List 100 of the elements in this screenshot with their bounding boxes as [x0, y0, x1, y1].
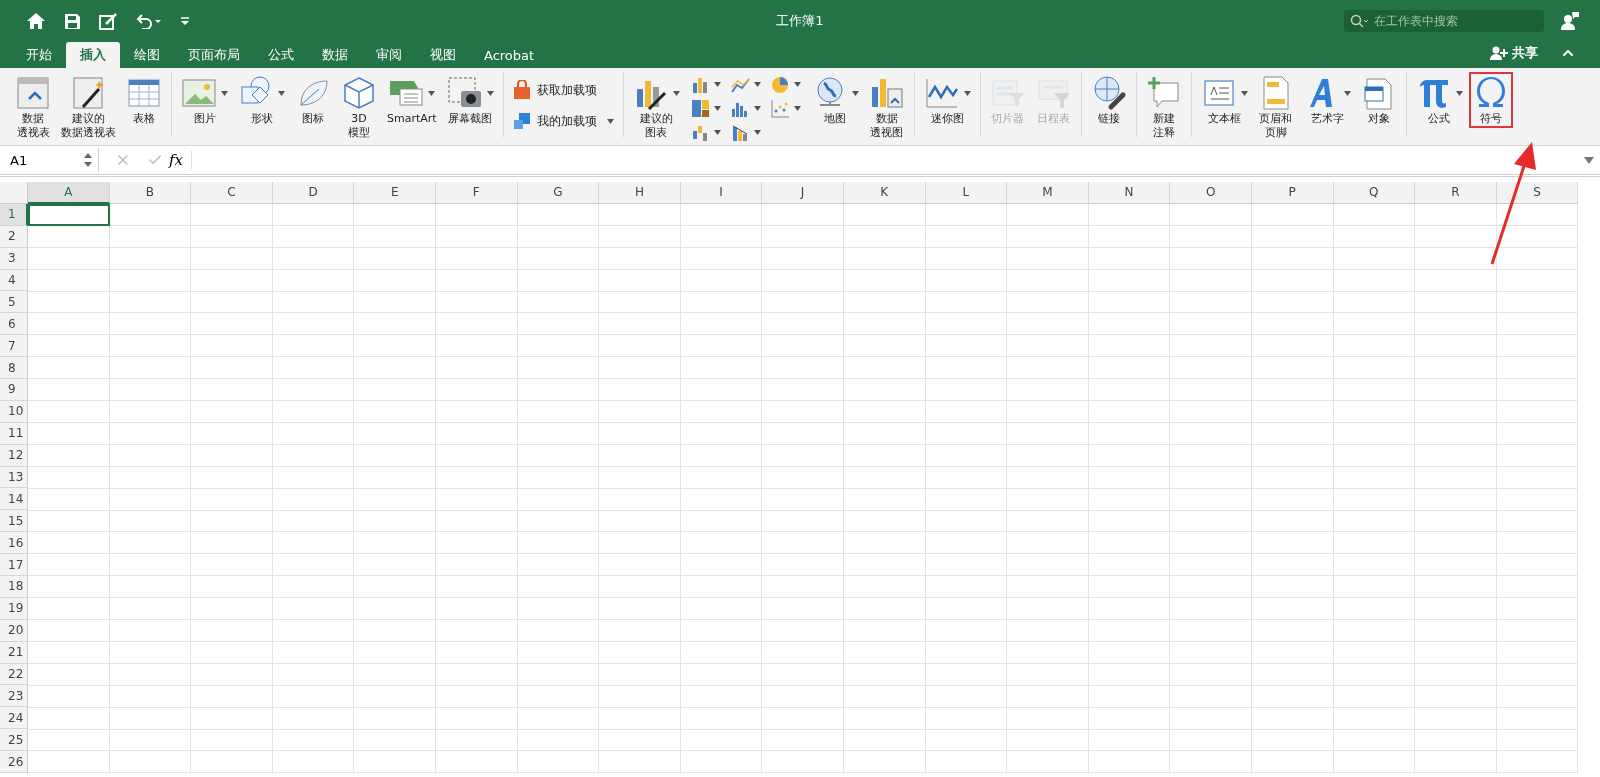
row-header[interactable]: 10	[0, 400, 28, 423]
column-header[interactable]: N	[1088, 182, 1171, 204]
row-header[interactable]: 18	[0, 576, 28, 598]
column-header[interactable]: E	[354, 182, 436, 204]
edit-icon[interactable]	[99, 12, 118, 30]
row-header[interactable]: 6	[0, 313, 28, 336]
column-header[interactable]: J	[762, 182, 844, 204]
row-header[interactable]: 15	[0, 510, 28, 533]
row-header[interactable]: 8	[0, 357, 28, 379]
column-header[interactable]: B	[109, 182, 192, 204]
ribbon-button[interactable]: 图片	[177, 72, 232, 128]
ribbon-button[interactable]: 形状	[234, 72, 289, 128]
cubes-icon	[512, 112, 531, 130]
undo-icon[interactable]	[136, 13, 162, 29]
column-header[interactable]: M	[1007, 182, 1089, 204]
ribbon-tab[interactable]: 页面布局	[174, 42, 254, 68]
row-header[interactable]: 17	[0, 554, 28, 577]
ribbon-button[interactable]: 图标	[291, 72, 335, 128]
scatter-chart-icon[interactable]	[770, 98, 790, 118]
ribbon-button[interactable]: 链接	[1086, 72, 1131, 128]
caret-icon	[713, 129, 721, 135]
ribbon-button[interactable]: 获取加载项	[508, 78, 618, 102]
ribbon-button[interactable]: 数据 透视表	[11, 72, 55, 142]
share-button[interactable]: 共享	[1484, 43, 1544, 63]
ribbon-button[interactable]: 地图	[807, 72, 863, 128]
column-header[interactable]: A	[28, 182, 110, 204]
row-header[interactable]: 25	[0, 729, 28, 752]
expand-caret-icon[interactable]	[1584, 156, 1594, 164]
ribbon-button[interactable]: 我的加载项	[508, 110, 618, 132]
column-header[interactable]: C	[191, 182, 273, 204]
ribbon-button[interactable]: 屏幕截图	[442, 72, 498, 128]
ribbon-button[interactable]: 建议的 数据透视表	[57, 72, 120, 142]
ribbon-button[interactable]: 艺术字	[1299, 72, 1355, 128]
ribbon-button[interactable]: 页眉和 页脚	[1253, 72, 1298, 142]
pie-chart-icon[interactable]	[770, 74, 790, 94]
row-header[interactable]: 4	[0, 269, 28, 292]
ribbon-button[interactable]: SmartArt	[383, 72, 441, 128]
cell-grid[interactable]	[28, 203, 1579, 774]
ribbon-button[interactable]: 公式	[1411, 72, 1467, 128]
ribbon-button[interactable]: 符号	[1468, 72, 1513, 128]
row-header[interactable]: 26	[0, 751, 28, 774]
row-header[interactable]: 20	[0, 619, 28, 642]
pivot-table-icon	[15, 75, 51, 111]
row-header[interactable]: 16	[0, 532, 28, 555]
ribbon-tab[interactable]: 插入	[66, 42, 120, 68]
save-icon[interactable]	[64, 12, 81, 30]
account-icon[interactable]	[1560, 11, 1580, 31]
row-header[interactable]: 22	[0, 663, 28, 686]
caret-icon	[793, 105, 801, 111]
row-header[interactable]: 5	[0, 291, 28, 314]
column-header[interactable]: F	[435, 182, 518, 204]
ribbon-button[interactable]: 迷你图	[919, 72, 975, 128]
ribbon-button[interactable]: 新建 注释	[1141, 72, 1186, 142]
hierarchy-chart-icon[interactable]	[690, 98, 710, 118]
row-header[interactable]: 13	[0, 466, 28, 489]
search-field[interactable]: 在工作表中搜索	[1344, 10, 1544, 32]
row-header[interactable]: 7	[0, 335, 28, 358]
column-header[interactable]: L	[925, 182, 1008, 204]
row-header[interactable]: 12	[0, 444, 28, 467]
store-bag-icon	[512, 80, 531, 100]
row-header[interactable]: 3	[0, 247, 28, 270]
column-header[interactable]: S	[1496, 182, 1579, 204]
ribbon-button[interactable]: 文本框	[1196, 72, 1252, 128]
row-header[interactable]: 14	[0, 488, 28, 511]
column-header[interactable]: O	[1170, 182, 1252, 204]
row-header[interactable]: 19	[0, 597, 28, 620]
row-header[interactable]: 23	[0, 685, 28, 708]
ribbon-button[interactable]: 表格	[122, 72, 166, 128]
row-header[interactable]: 24	[0, 707, 28, 730]
column-header[interactable]: D	[272, 182, 355, 204]
ribbon-tab[interactable]: 数据	[308, 42, 362, 68]
column-header[interactable]: Q	[1333, 182, 1416, 204]
customize-icon[interactable]	[180, 16, 190, 26]
ribbon-button[interactable]: 3D 模型	[337, 72, 381, 142]
ribbon-tab[interactable]: 审阅	[362, 42, 416, 68]
row-header[interactable]: 21	[0, 641, 28, 664]
ribbon-tab[interactable]: 开始	[12, 42, 66, 68]
search-icon	[1350, 14, 1370, 28]
column-header[interactable]: P	[1251, 182, 1334, 204]
ribbon-tab[interactable]: 视图	[416, 42, 470, 68]
column-header[interactable]: R	[1415, 182, 1497, 204]
active-cell[interactable]	[28, 203, 110, 226]
row-header[interactable]: 9	[0, 379, 28, 401]
row-header[interactable]: 11	[0, 422, 28, 445]
ribbon-tab[interactable]: 绘图	[120, 42, 174, 68]
name-box[interactable]: A1	[0, 148, 99, 172]
column-header[interactable]: G	[517, 182, 600, 204]
ribbon-button[interactable]: 对象	[1356, 72, 1401, 128]
ribbon-button[interactable]: 建议的 图表	[628, 72, 684, 142]
column-header[interactable]: K	[843, 182, 926, 204]
ribbon-tab[interactable]: Acrobat	[470, 42, 549, 68]
row-header[interactable]: 1	[0, 203, 28, 226]
row-header[interactable]: 2	[0, 225, 28, 248]
column-header[interactable]: I	[680, 182, 763, 204]
function-button[interactable]: fx	[169, 151, 192, 169]
caret-icon	[793, 81, 801, 87]
home-icon[interactable]	[26, 12, 46, 30]
ribbon-button[interactable]: 数据 透视图	[864, 72, 909, 142]
ribbon-tab[interactable]: 公式	[254, 42, 308, 68]
column-header[interactable]: H	[599, 182, 681, 204]
